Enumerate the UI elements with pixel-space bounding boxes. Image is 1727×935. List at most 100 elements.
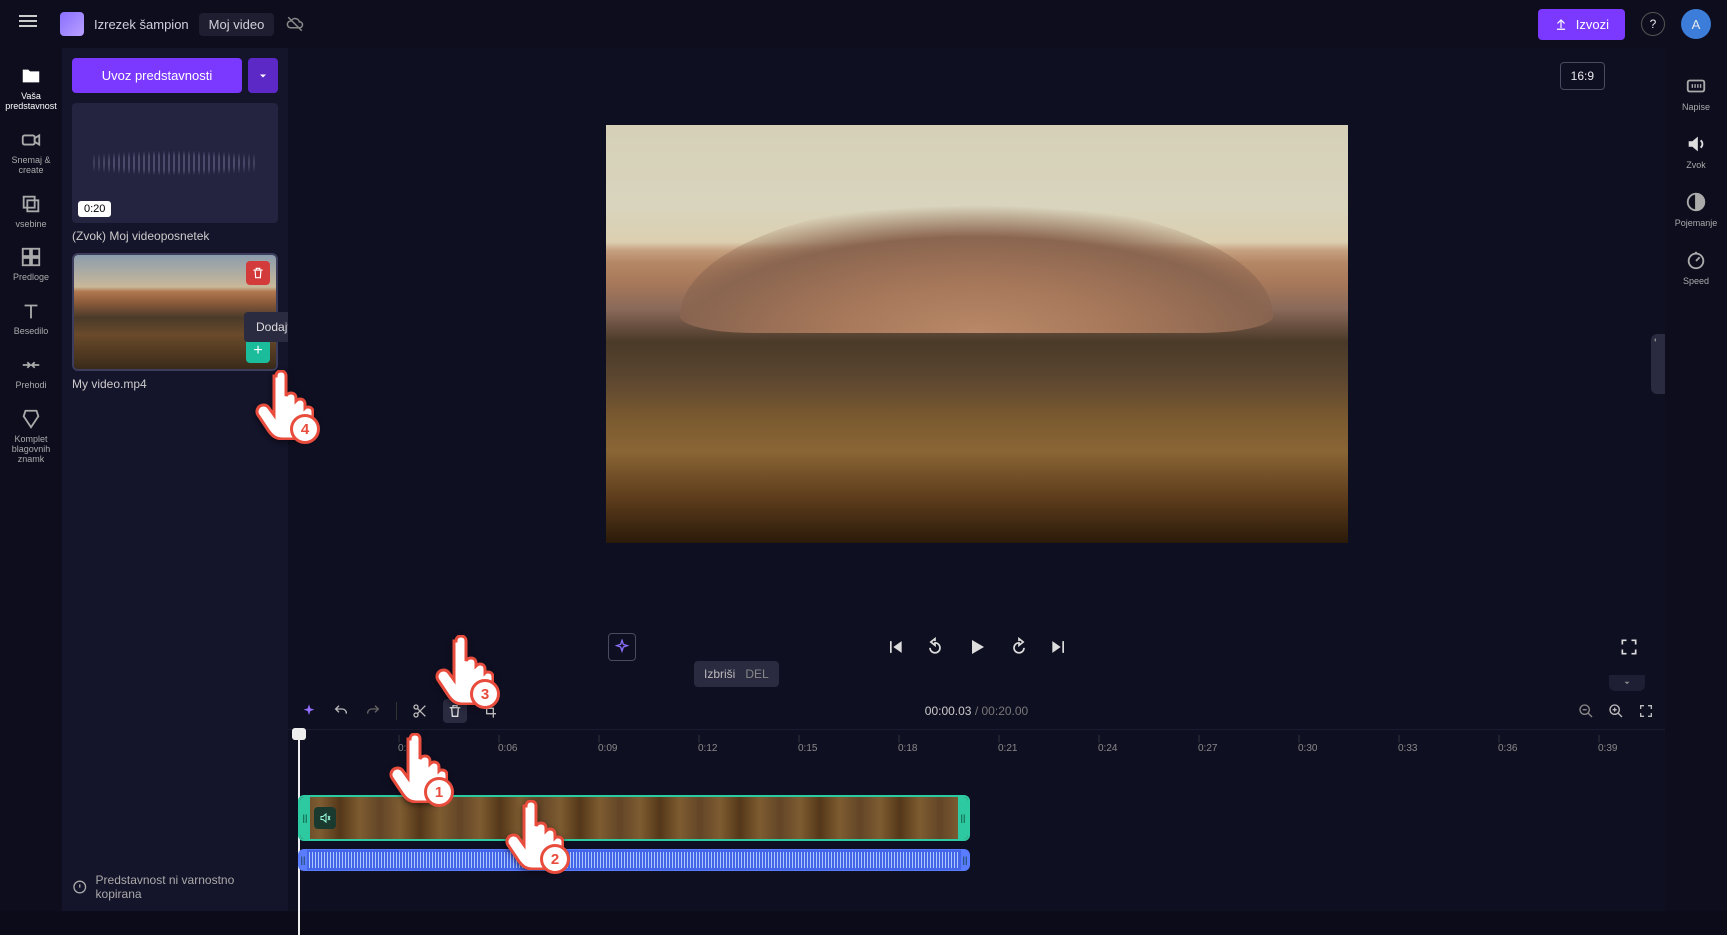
- timeline-ruler[interactable]: 0:030:060:090:120:150:180:210:240:270:30…: [288, 729, 1665, 755]
- topbar: Izrezek šampion Moj video Izvozi ? A: [0, 0, 1727, 48]
- ruler-tick: 0:39: [1598, 734, 1617, 754]
- ruler-tick: 0:18: [898, 734, 917, 754]
- rail-your-media[interactable]: Vaša predstavnost: [0, 56, 62, 120]
- ruler-tick: 0:24: [1098, 734, 1117, 754]
- media-panel: Uvoz predstavnosti 0:20 (Zvok) Moj video…: [62, 48, 288, 911]
- rr-captions[interactable]: Napise: [1665, 64, 1727, 122]
- app-logo-icon: [60, 12, 84, 36]
- delete-media-button[interactable]: [246, 261, 270, 285]
- timeline-section: Izbriši DEL 00:00.03 / 00:20.00: [288, 675, 1665, 911]
- export-button[interactable]: Izvozi: [1538, 9, 1625, 40]
- info-icon: [72, 879, 88, 895]
- rr-speed[interactable]: Speed: [1665, 238, 1727, 296]
- right-rail: Napise Zvok Pojemanje Speed: [1665, 48, 1727, 911]
- ruler-tick: 0:09: [598, 734, 617, 754]
- clip-trim-left[interactable]: ||: [300, 797, 310, 839]
- audio-waveform: [309, 852, 959, 868]
- cc-icon: [1684, 74, 1708, 98]
- ruler-tick: 0:33: [1398, 734, 1417, 754]
- media-video-name: My video.mp4: [72, 377, 278, 391]
- clip-mute-button[interactable]: [314, 807, 336, 829]
- volume-icon: [1684, 132, 1708, 156]
- media-audio-tile[interactable]: 0:20: [72, 103, 278, 223]
- playback-controls: [288, 619, 1665, 675]
- avatar-letter: A: [1692, 17, 1701, 32]
- text-icon: [19, 299, 43, 323]
- skip-start-button[interactable]: [885, 637, 905, 657]
- transitions-icon: [19, 353, 43, 377]
- redo-button[interactable]: [364, 702, 382, 720]
- duration-badge: 0:20: [78, 201, 111, 217]
- split-button[interactable]: [411, 702, 429, 720]
- forward-10-button[interactable]: [1009, 637, 1029, 657]
- fullscreen-button[interactable]: [1619, 637, 1639, 657]
- left-rail: Vaša predstavnost Snemaj & create vsebin…: [0, 48, 62, 911]
- audio-clip[interactable]: || ||: [298, 849, 970, 871]
- grid-icon: [19, 245, 43, 269]
- add-to-timeline-button[interactable]: +: [246, 339, 270, 363]
- ruler-tick: 0:21: [998, 734, 1017, 754]
- ruler-tick: 0:12: [698, 734, 717, 754]
- rail-transitions[interactable]: Prehodi: [0, 345, 62, 399]
- speed-icon: [1684, 248, 1708, 272]
- timeline-collapse-button[interactable]: [1609, 675, 1645, 691]
- user-avatar[interactable]: A: [1681, 9, 1711, 39]
- fade-icon: [1684, 190, 1708, 214]
- ruler-tick: 0:36: [1498, 734, 1517, 754]
- trash-icon: [251, 266, 265, 280]
- rail-record-create[interactable]: Snemaj & create: [0, 120, 62, 184]
- center-panel: 16:9 Izbr: [288, 48, 1665, 911]
- timeline-timecode: 00:00.03 / 00:20.00: [925, 704, 1028, 718]
- skip-end-button[interactable]: [1049, 637, 1069, 657]
- canvas-area: 16:9: [288, 48, 1665, 619]
- upload-icon: [1554, 17, 1568, 31]
- import-media-button[interactable]: Uvoz predstavnosti: [72, 58, 242, 93]
- hamburger-menu-button[interactable]: [16, 12, 40, 36]
- clip-trim-right[interactable]: ||: [958, 797, 968, 839]
- aspect-ratio-button[interactable]: 16:9: [1560, 62, 1605, 90]
- rail-templates[interactable]: Predloge: [0, 237, 62, 291]
- ai-effects-button[interactable]: [608, 633, 636, 661]
- rr-fade[interactable]: Pojemanje: [1665, 180, 1727, 238]
- fit-button[interactable]: [1637, 702, 1655, 720]
- import-dropdown-button[interactable]: [248, 58, 278, 93]
- undo-button[interactable]: [332, 702, 350, 720]
- camera-icon: [19, 128, 43, 152]
- play-button[interactable]: [965, 635, 989, 659]
- tutorial-hand-4: 4: [250, 370, 314, 450]
- rewind-10-button[interactable]: [925, 637, 945, 657]
- project-name-field[interactable]: Moj video: [199, 13, 275, 36]
- tutorial-hand-1: 1: [384, 733, 448, 813]
- audio-trim-right[interactable]: ||: [961, 850, 969, 870]
- zoom-in-button[interactable]: [1607, 702, 1625, 720]
- audio-trim-left[interactable]: ||: [299, 850, 307, 870]
- chevron-down-icon: [1621, 678, 1633, 688]
- rail-content[interactable]: vsebine: [0, 184, 62, 238]
- timeline-tracks[interactable]: || || || ||: [288, 755, 1665, 911]
- rail-text[interactable]: Besedilo: [0, 291, 62, 345]
- rail-brandkit[interactable]: Komplet blagovnih znamk: [0, 399, 62, 473]
- brandkit-icon: [19, 407, 43, 431]
- rr-audio[interactable]: Zvok: [1665, 122, 1727, 180]
- zoom-out-button[interactable]: [1577, 702, 1595, 720]
- right-panel-expand-button[interactable]: [1651, 334, 1665, 394]
- help-button[interactable]: ?: [1641, 12, 1665, 36]
- folder-icon: [19, 64, 43, 88]
- cloud-sync-off-icon[interactable]: [286, 15, 304, 33]
- media-audio-name: (Zvok) Moj videoposnetek: [72, 229, 278, 243]
- tutorial-hand-3: 3: [430, 635, 494, 715]
- ruler-tick: 0:27: [1198, 734, 1217, 754]
- sparkle-icon: [614, 639, 630, 655]
- export-button-label: Izvozi: [1576, 17, 1609, 32]
- layers-icon: [19, 192, 43, 216]
- ruler-tick: 0:30: [1298, 734, 1317, 754]
- backup-warning: Predstavnost ni varnostno kopirana: [72, 873, 278, 901]
- chevron-down-icon: [257, 70, 269, 82]
- plus-icon: +: [253, 342, 262, 360]
- magic-tool-button[interactable]: [300, 702, 318, 720]
- video-preview[interactable]: [606, 125, 1348, 543]
- delete-tooltip: Izbriši DEL: [694, 661, 779, 687]
- tutorial-hand-2: 2: [500, 800, 564, 880]
- app-name: Izrezek šampion: [94, 17, 189, 32]
- waveform-icon: [93, 148, 258, 178]
